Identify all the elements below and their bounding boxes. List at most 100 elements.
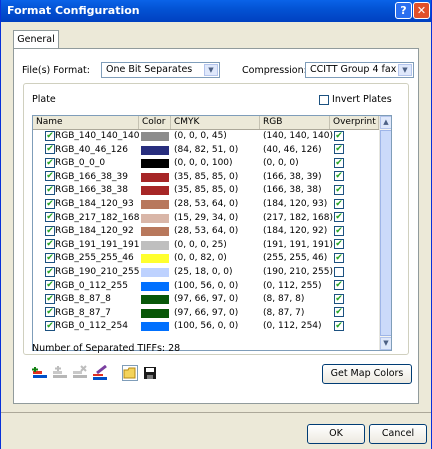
- color-swatch[interactable]: [141, 240, 169, 250]
- plate-enabled-checkbox[interactable]: ✔: [45, 184, 55, 195]
- color-swatch[interactable]: [141, 268, 169, 277]
- overprint-checkbox[interactable]: ✔: [334, 212, 344, 223]
- rgb-cell: (40, 46, 126): [263, 144, 322, 155]
- plate-enabled-checkbox[interactable]: ✔: [45, 171, 55, 182]
- plate-enabled-checkbox[interactable]: ✔: [45, 252, 55, 263]
- plate-enabled-checkbox[interactable]: ✔: [45, 320, 55, 331]
- open-folder-icon[interactable]: [122, 365, 138, 381]
- color-swatch[interactable]: [141, 322, 169, 332]
- rgb-cell: (140, 140, 140): [263, 131, 334, 141]
- cmyk-cell: (15, 29, 34, 0): [174, 212, 239, 223]
- overprint-checkbox[interactable]: ✔: [334, 239, 344, 250]
- plate-name-cell: ✔RGB_8_87_8: [45, 293, 111, 306]
- delete-plate-icon[interactable]: [72, 365, 88, 381]
- overprint-checkbox[interactable]: ✔: [334, 184, 344, 195]
- column-header-overprint[interactable]: Overprint: [330, 116, 379, 129]
- cmyk-cell: (97, 66, 97, 0): [174, 294, 239, 305]
- scroll-up-icon[interactable]: ▲: [380, 116, 391, 129]
- overprint-cell: ✔: [334, 198, 344, 211]
- table-row[interactable]: ✔RGB_166_38_39 (35, 85, 85, 0) (166, 38, 3…: [33, 171, 379, 184]
- get-map-colors-button[interactable]: Get Map Colors: [322, 364, 412, 384]
- help-button[interactable]: ?: [395, 2, 412, 19]
- table-row[interactable]: ✔RGB_40_46_126 (84, 82, 51, 0) (40, 46, 12…: [33, 144, 379, 157]
- table-row[interactable]: ✔RGB_184_120_93 (28, 53, 64, 0) (184, 120,…: [33, 198, 379, 211]
- overprint-checkbox[interactable]: ✔: [334, 307, 344, 318]
- table-row[interactable]: ✔RGB_217_182_168 (15, 29, 34, 0) (217, 182…: [33, 212, 379, 225]
- color-swatch[interactable]: [141, 186, 169, 196]
- overprint-checkbox[interactable]: ✔: [334, 252, 344, 263]
- plates-grid: Name Color CMYK RGB Overprint ✔RGB_140_1…: [32, 115, 392, 351]
- color-swatch[interactable]: [141, 281, 169, 291]
- color-swatch[interactable]: [141, 172, 169, 182]
- overprint-checkbox[interactable]: ✔: [334, 320, 344, 331]
- table-row[interactable]: ✔RGB_0_112_254 (100, 56, 0, 0) (0, 112, 25…: [33, 320, 379, 333]
- table-row[interactable]: ✔RGB_0_112_255 (100, 56, 0, 0) (0, 112, 25…: [33, 280, 379, 293]
- add-plate-disabled-icon[interactable]: [52, 365, 68, 381]
- plate-enabled-checkbox[interactable]: ✔: [45, 212, 55, 223]
- rgb-cell: (0, 112, 255): [263, 280, 322, 291]
- cancel-button[interactable]: Cancel: [369, 424, 427, 444]
- invert-plates-checkbox[interactable]: [319, 94, 329, 105]
- add-plate-icon[interactable]: [32, 365, 48, 381]
- plate-name: RGB_8_87_7: [55, 307, 111, 318]
- compression-value: CCITT Group 4 fax: [310, 64, 397, 75]
- color-swatch[interactable]: [141, 295, 169, 305]
- column-header-color[interactable]: Color: [139, 116, 171, 129]
- overprint-checkbox[interactable]: ✔: [334, 198, 344, 209]
- table-row[interactable]: ✔RGB_0_0_0 (0, 0, 0, 100) (0, 0, 0) ✔: [33, 157, 379, 170]
- color-swatch[interactable]: [141, 145, 169, 155]
- overprint-checkbox[interactable]: ✔: [334, 225, 344, 236]
- overprint-checkbox[interactable]: ✔: [334, 171, 344, 182]
- compression-label: Compression:: [242, 65, 307, 76]
- plate-enabled-checkbox[interactable]: ✔: [45, 293, 55, 304]
- table-row[interactable]: ✔RGB_255_255_46 (0, 0, 82, 0) (255, 255, 4…: [33, 252, 379, 265]
- plate-enabled-checkbox[interactable]: ✔: [45, 239, 55, 250]
- overprint-checkbox[interactable]: ✔: [334, 280, 344, 291]
- plate-enabled-checkbox[interactable]: ✔: [45, 144, 55, 155]
- scroll-thumb[interactable]: [380, 130, 391, 336]
- plate-enabled-checkbox[interactable]: ✔: [45, 280, 55, 291]
- close-button[interactable]: ✕: [413, 2, 430, 19]
- column-header-rgb[interactable]: RGB: [260, 116, 330, 129]
- grid-header: Name Color CMYK RGB Overprint: [33, 116, 391, 130]
- plate-enabled-checkbox[interactable]: ✔: [45, 225, 55, 236]
- plate-enabled-checkbox[interactable]: ✔: [45, 266, 55, 277]
- grid-scrollbar[interactable]: ▲ ▼: [379, 116, 391, 350]
- color-swatch[interactable]: [141, 159, 169, 169]
- plate-enabled-checkbox[interactable]: ✔: [45, 157, 55, 168]
- invert-plates-option[interactable]: Invert Plates: [319, 94, 392, 105]
- table-row[interactable]: ✔RGB_191_191_191 (0, 0, 0, 25) (191, 191, …: [33, 239, 379, 252]
- compression-select[interactable]: CCITT Group 4 fax ▼: [305, 62, 414, 78]
- color-swatch[interactable]: [141, 213, 169, 223]
- save-icon[interactable]: [142, 365, 158, 381]
- plate-enabled-checkbox[interactable]: ✔: [45, 130, 55, 141]
- table-row[interactable]: ✔RGB_184_120_92 (28, 53, 64, 0) (184, 120,…: [33, 225, 379, 238]
- color-swatch[interactable]: [141, 200, 169, 209]
- color-swatch[interactable]: [141, 254, 169, 264]
- color-swatch[interactable]: [141, 308, 169, 318]
- table-row[interactable]: ✔RGB_140_140_140 (0, 0, 0, 45) (140, 140, …: [33, 130, 379, 143]
- overprint-checkbox[interactable]: ✔: [334, 144, 344, 155]
- ok-button[interactable]: OK: [307, 424, 365, 444]
- overprint-checkbox[interactable]: ✔: [334, 157, 344, 168]
- table-row[interactable]: ✔RGB_190_210_255 (25, 18, 0, 0) (190, 210,…: [33, 266, 379, 279]
- edit-color-icon[interactable]: [92, 364, 108, 381]
- table-row[interactable]: ✔RGB_166_38_38 (35, 85, 85, 0) (166, 38, 3…: [33, 184, 379, 197]
- tab-general[interactable]: General: [13, 30, 59, 49]
- table-row[interactable]: ✔RGB_8_87_8 (97, 66, 97, 0) (8, 87, 8) ✔: [33, 293, 379, 306]
- title-bar: Format Configuration ? ✕: [1, 0, 431, 22]
- scroll-down-icon[interactable]: ▼: [380, 337, 391, 350]
- column-header-name[interactable]: Name: [33, 116, 139, 129]
- overprint-checkbox[interactable]: ✔: [334, 293, 344, 304]
- column-header-cmyk[interactable]: CMYK: [171, 116, 260, 129]
- overprint-cell: ✔: [334, 252, 344, 265]
- overprint-checkbox[interactable]: [334, 266, 344, 277]
- cmyk-cell: (0, 0, 0, 45): [174, 131, 227, 141]
- file-format-select[interactable]: One Bit Separates ▼: [101, 62, 220, 78]
- color-swatch[interactable]: [141, 132, 169, 141]
- table-row[interactable]: ✔RGB_8_87_7 (97, 66, 97, 0) (8, 87, 7) ✔: [33, 307, 379, 320]
- overprint-checkbox[interactable]: ✔: [334, 130, 344, 141]
- plate-enabled-checkbox[interactable]: ✔: [45, 307, 55, 318]
- color-swatch[interactable]: [141, 227, 169, 237]
- plate-enabled-checkbox[interactable]: ✔: [45, 198, 55, 209]
